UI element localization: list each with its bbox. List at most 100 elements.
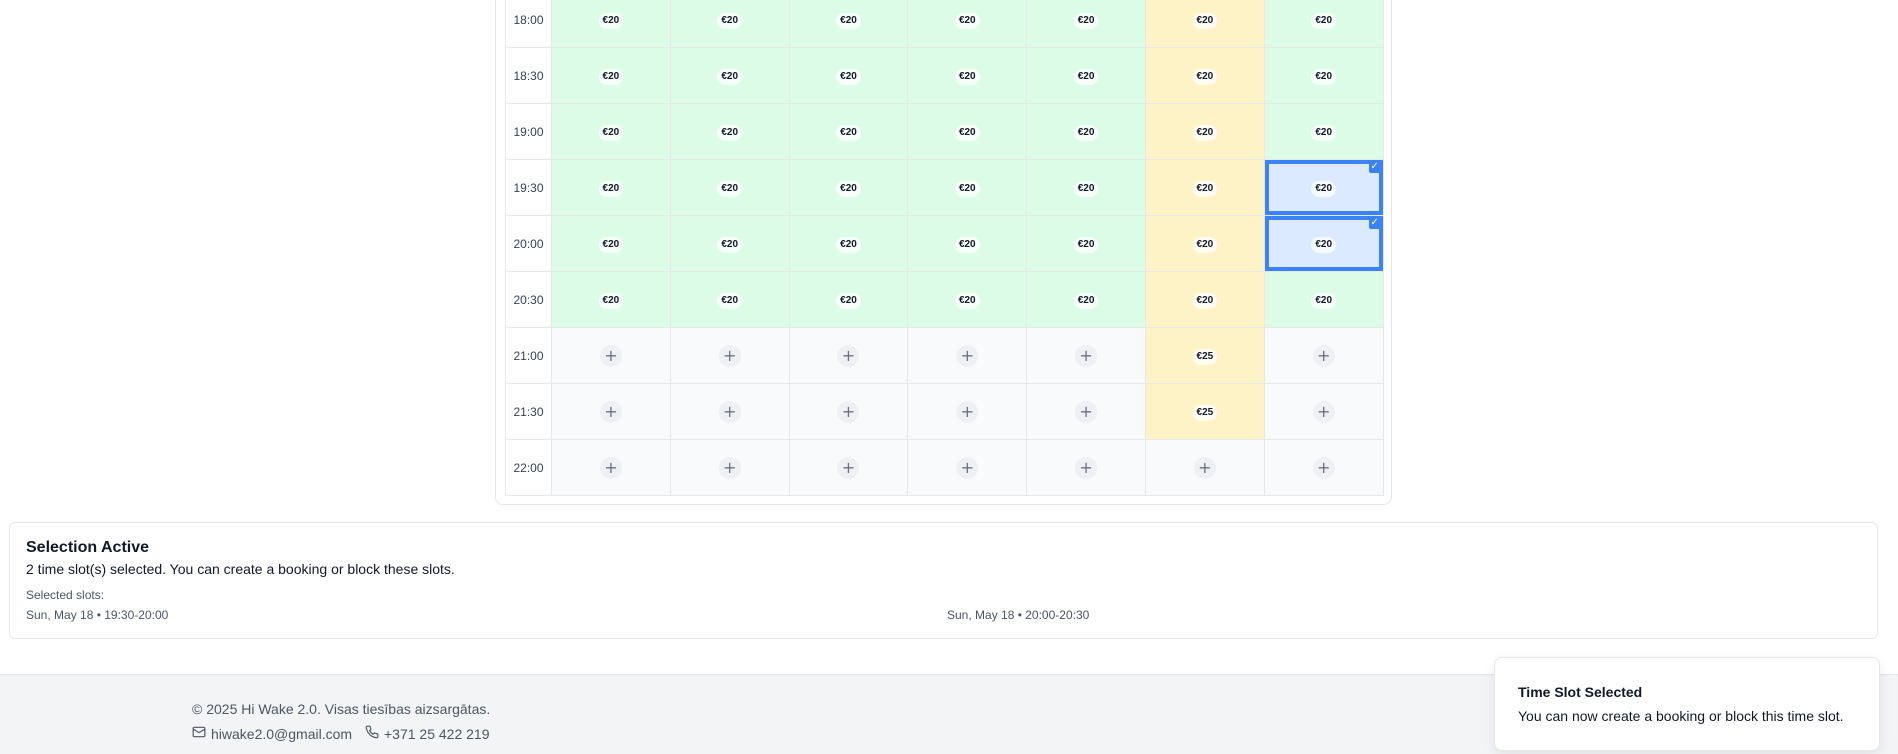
empty-slot[interactable]: + bbox=[1026, 383, 1146, 440]
price-label: €20 bbox=[717, 293, 743, 309]
plus-icon[interactable]: + bbox=[599, 400, 622, 423]
price-slot[interactable]: €20 bbox=[788, 271, 909, 328]
price-slot[interactable]: €20 bbox=[1026, 0, 1146, 48]
empty-slot[interactable]: + bbox=[551, 383, 671, 440]
price-slot[interactable]: €20 bbox=[1144, 0, 1265, 48]
plus-icon[interactable]: + bbox=[1075, 344, 1098, 367]
price-slot[interactable]: €20 bbox=[551, 47, 671, 104]
selected-slot[interactable]: €20 ✓ bbox=[1263, 215, 1384, 272]
price-slot[interactable]: €20 bbox=[1263, 103, 1384, 160]
time-label: 19:00 bbox=[505, 103, 552, 160]
empty-slot[interactable]: + bbox=[1263, 439, 1384, 496]
price-slot[interactable]: €20 bbox=[1026, 47, 1146, 104]
price-label: €20 bbox=[836, 237, 861, 253]
price-slot[interactable]: €20 bbox=[551, 0, 671, 48]
price-slot[interactable]: €20 bbox=[907, 0, 1028, 48]
price-slot[interactable]: €20 bbox=[551, 271, 671, 328]
price-slot[interactable]: €20 bbox=[1026, 271, 1146, 328]
plus-icon[interactable]: + bbox=[837, 456, 860, 479]
plus-icon[interactable]: + bbox=[718, 400, 741, 423]
plus-icon[interactable]: + bbox=[956, 456, 979, 479]
price-slot[interactable]: €20 bbox=[1144, 47, 1265, 104]
empty-slot[interactable]: + bbox=[1263, 383, 1384, 440]
price-slot[interactable]: €20 bbox=[1144, 159, 1265, 216]
price-slot[interactable]: €20 bbox=[669, 103, 790, 160]
toast-title: Time Slot Selected bbox=[1518, 684, 1643, 700]
price-slot[interactable]: €20 bbox=[551, 159, 671, 216]
plus-icon[interactable]: + bbox=[718, 344, 741, 367]
empty-slot[interactable]: + bbox=[669, 439, 790, 496]
price-label: €20 bbox=[717, 125, 743, 141]
price-slot[interactable]: €20 bbox=[1026, 103, 1146, 160]
empty-slot[interactable]: + bbox=[1026, 327, 1146, 384]
footer-phone[interactable]: +371 25 422 219 bbox=[365, 725, 490, 742]
empty-slot[interactable]: + bbox=[788, 383, 909, 440]
price-slot[interactable]: €20 bbox=[1144, 271, 1265, 328]
price-slot[interactable]: €20 bbox=[907, 159, 1028, 216]
price-slot[interactable]: €20 bbox=[788, 47, 909, 104]
empty-slot[interactable]: + bbox=[907, 327, 1028, 384]
toast-description: You can now create a booking or block th… bbox=[1518, 708, 1844, 724]
price-slot[interactable]: €25 bbox=[1144, 327, 1265, 384]
price-slot[interactable]: €20 bbox=[1026, 215, 1146, 272]
price-slot[interactable]: €20 bbox=[1144, 215, 1265, 272]
empty-slot[interactable]: + bbox=[1144, 439, 1265, 496]
footer-email-text[interactable]: hiwake2.0@gmail.com bbox=[211, 726, 352, 742]
price-slot[interactable]: €20 bbox=[669, 159, 790, 216]
empty-slot[interactable]: + bbox=[907, 439, 1028, 496]
empty-slot[interactable]: + bbox=[788, 327, 909, 384]
price-label: €20 bbox=[717, 13, 743, 29]
plus-icon[interactable]: + bbox=[837, 400, 860, 423]
empty-slot[interactable]: + bbox=[788, 439, 909, 496]
price-slot[interactable]: €20 bbox=[1263, 0, 1384, 48]
plus-icon[interactable]: + bbox=[837, 344, 860, 367]
plus-icon[interactable]: + bbox=[1312, 400, 1335, 423]
empty-slot[interactable]: + bbox=[907, 383, 1028, 440]
price-slot[interactable]: €20 bbox=[669, 271, 790, 328]
price-slot[interactable]: €20 bbox=[788, 215, 909, 272]
empty-slot[interactable]: + bbox=[669, 327, 790, 384]
price-slot[interactable]: €20 bbox=[1144, 103, 1265, 160]
plus-icon[interactable]: + bbox=[956, 400, 979, 423]
plus-icon[interactable]: + bbox=[1075, 400, 1098, 423]
price-slot[interactable]: €20 bbox=[1263, 271, 1384, 328]
price-slot[interactable]: €20 bbox=[1263, 47, 1384, 104]
price-slot[interactable]: €20 bbox=[907, 103, 1028, 160]
price-slot[interactable]: €20 bbox=[551, 103, 671, 160]
footer-email[interactable]: hiwake2.0@gmail.com bbox=[192, 725, 352, 742]
footer-phone-text[interactable]: +371 25 422 219 bbox=[384, 726, 490, 742]
price-label: €20 bbox=[598, 293, 624, 309]
price-slot[interactable]: €20 bbox=[551, 215, 671, 272]
price-slot[interactable]: €20 bbox=[788, 103, 909, 160]
plus-icon[interactable]: + bbox=[1312, 456, 1335, 479]
price-slot[interactable]: €20 bbox=[907, 47, 1028, 104]
plus-icon[interactable]: + bbox=[1075, 456, 1098, 479]
price-slot[interactable]: €20 bbox=[907, 215, 1028, 272]
price-slot[interactable]: €20 bbox=[669, 0, 790, 48]
empty-slot[interactable]: + bbox=[1263, 327, 1384, 384]
price-slot[interactable]: €20 bbox=[788, 0, 909, 48]
price-slot[interactable]: €25 bbox=[1144, 383, 1265, 440]
time-label: 18:30 bbox=[505, 47, 552, 104]
check-icon: ✓ bbox=[1368, 217, 1381, 229]
plus-icon[interactable]: + bbox=[1312, 344, 1335, 367]
price-label: €20 bbox=[1073, 181, 1099, 197]
plus-icon[interactable]: + bbox=[599, 344, 622, 367]
selected-slot[interactable]: €20 ✓ bbox=[1263, 159, 1384, 216]
plus-icon[interactable]: + bbox=[718, 456, 741, 479]
plus-icon[interactable]: + bbox=[1193, 456, 1216, 479]
price-label: €20 bbox=[1192, 237, 1218, 253]
plus-icon[interactable]: + bbox=[956, 344, 979, 367]
empty-slot[interactable]: + bbox=[551, 327, 671, 384]
price-label: €20 bbox=[836, 69, 861, 85]
price-slot[interactable]: €20 bbox=[788, 159, 909, 216]
empty-slot[interactable]: + bbox=[1026, 439, 1146, 496]
price-slot[interactable]: €20 bbox=[669, 47, 790, 104]
price-slot[interactable]: €20 bbox=[1026, 159, 1146, 216]
price-slot[interactable]: €20 bbox=[669, 215, 790, 272]
price-slot[interactable]: €20 bbox=[907, 271, 1028, 328]
empty-slot[interactable]: + bbox=[669, 383, 790, 440]
price-label: €20 bbox=[598, 181, 624, 197]
empty-slot[interactable]: + bbox=[551, 439, 671, 496]
plus-icon[interactable]: + bbox=[599, 456, 622, 479]
